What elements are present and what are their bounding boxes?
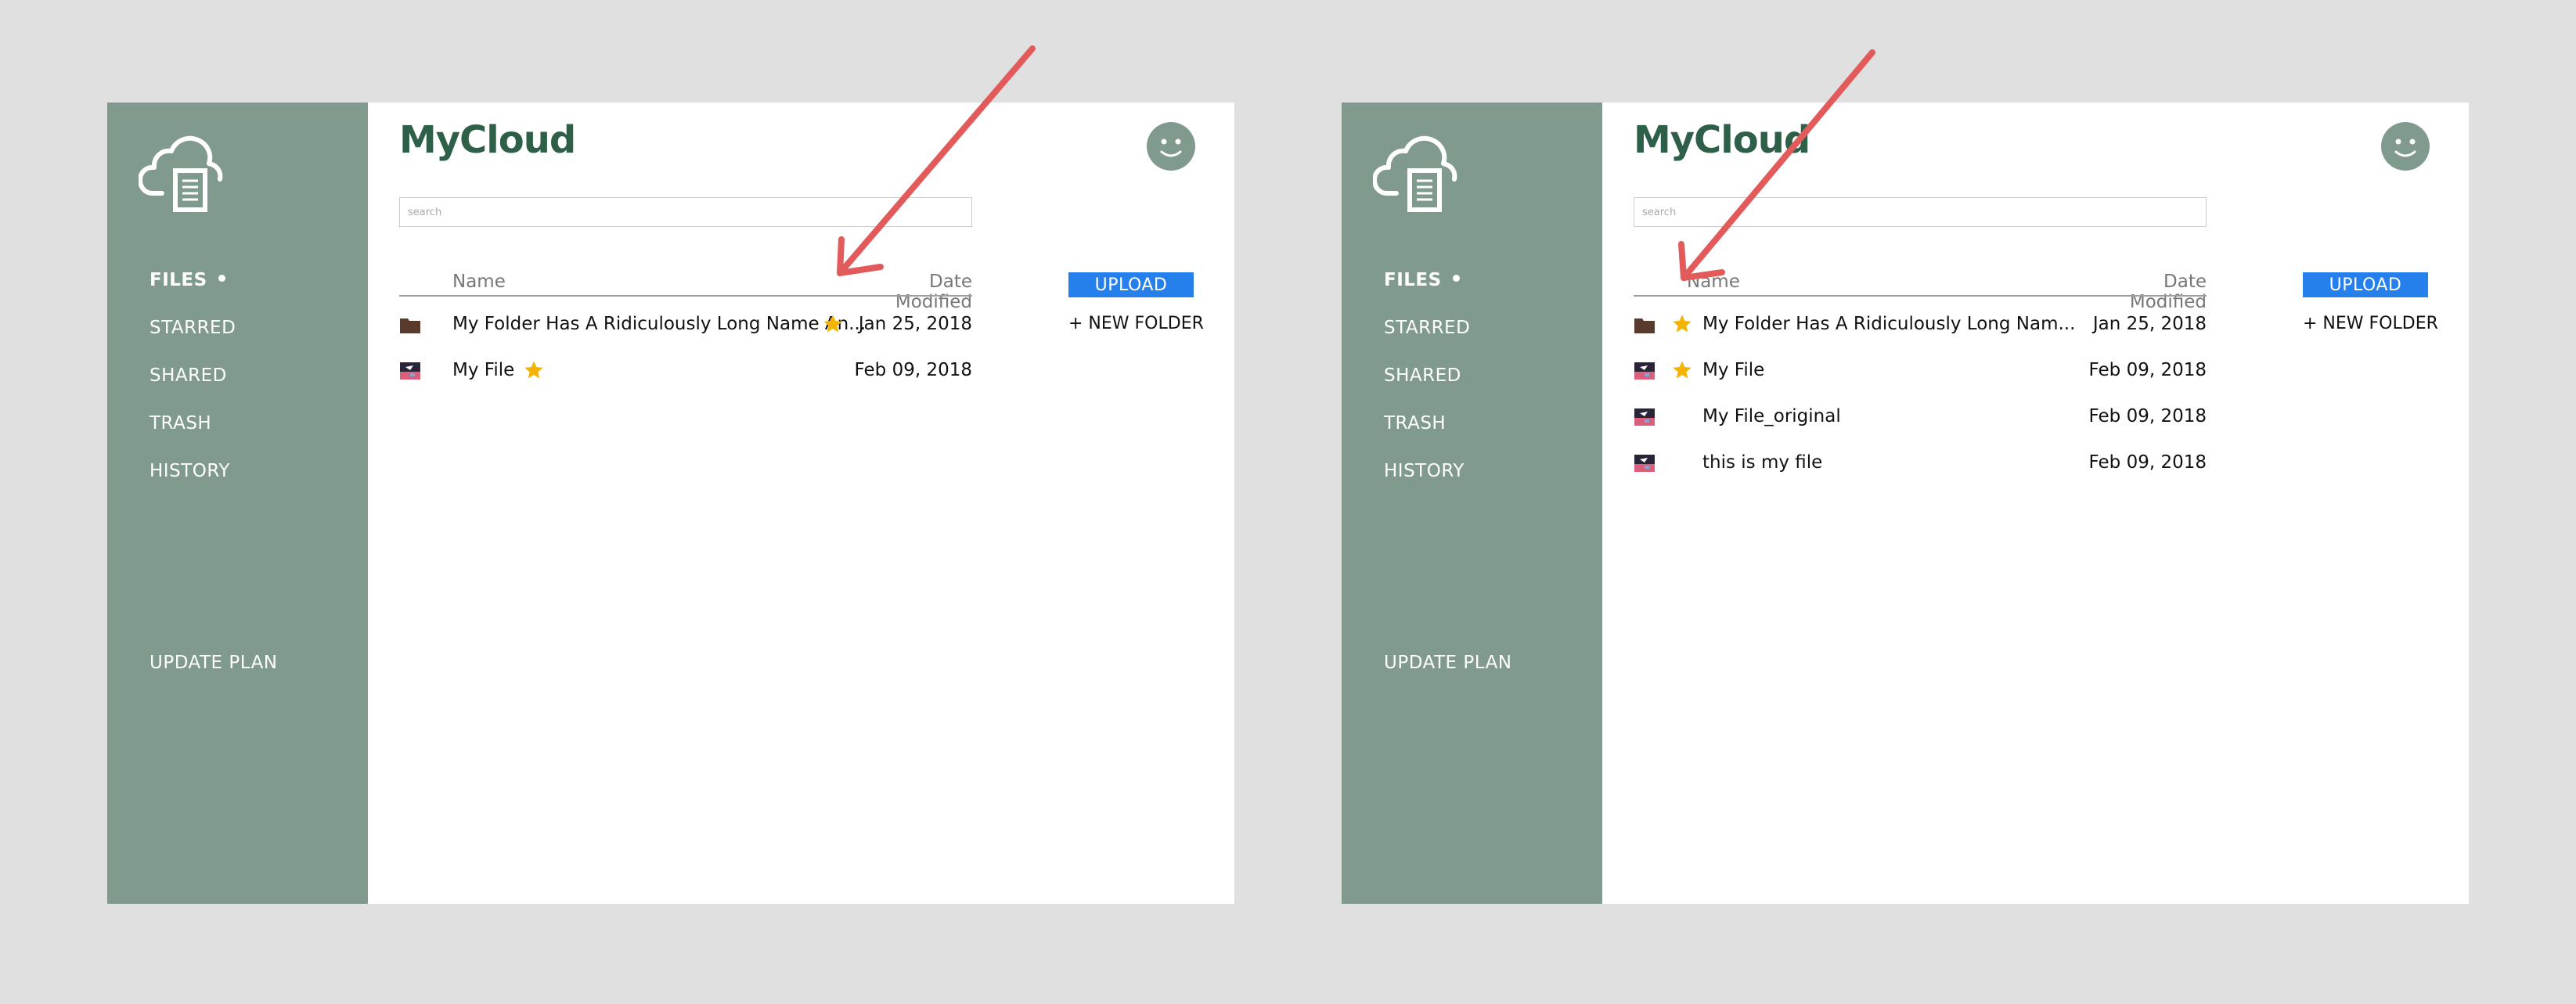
sidebar-item-trash[interactable]: TRASH [1384,413,1446,434]
sidebar: FILES STARRED SHARED TRASH HISTORY UPDAT… [1342,103,1602,904]
sidebar-item-history[interactable]: HISTORY [1384,461,1465,481]
image-file-icon [400,362,420,380]
new-folder-button[interactable]: + NEW FOLDER [1068,314,1204,333]
sidebar-item-shared[interactable]: SHARED [150,365,227,386]
file-date-modified: Jan 25, 2018 [858,314,972,334]
new-folder-button[interactable]: + NEW FOLDER [2303,314,2438,333]
sidebar-item-history[interactable]: HISTORY [150,461,230,481]
main-content: MyCloud Name Date Modified My Folder Has… [1602,103,2469,904]
star-icon[interactable] [1671,313,1693,335]
file-name: My File [1702,360,1765,380]
file-row[interactable]: My Folder Has A Ridiculously Long Nam...… [1634,303,2207,347]
sidebar-item-files-label: FILES [1384,270,1442,290]
file-date-modified: Feb 09, 2018 [854,360,972,380]
folder-icon [400,318,420,333]
file-date-modified: Feb 09, 2018 [2088,406,2207,426]
sidebar-item-shared[interactable]: SHARED [1384,365,1461,386]
main-content: MyCloud Name Date Modified My Folder Has… [368,103,1234,904]
update-plan-link[interactable]: UPDATE PLAN [150,653,278,673]
sidebar-item-starred[interactable]: STARRED [150,318,236,338]
update-plan-link[interactable]: UPDATE PLAN [1384,653,1512,673]
file-row[interactable]: My File_original Feb 09, 2018 [1634,395,2207,439]
sidebar-item-files[interactable]: FILES [150,270,225,290]
file-name: My Folder Has A Ridiculously Long Nam... [1702,314,2076,334]
column-header-name[interactable]: Name [1687,272,1740,292]
sidebar: FILES STARRED SHARED TRASH HISTORY UPDAT… [107,103,368,904]
star-icon[interactable] [1671,359,1693,381]
app-title: MyCloud [399,118,576,162]
image-file-icon [1634,455,1655,472]
user-avatar-smiley-icon[interactable] [1147,122,1195,171]
mycloud-window-after: FILES STARRED SHARED TRASH HISTORY UPDAT… [1342,103,2469,904]
mycloud-window-before: FILES STARRED SHARED TRASH HISTORY UPDAT… [107,103,1234,904]
file-name: My Folder Has A Ridiculously Long Name A… [452,314,866,334]
file-date-modified: Jan 25, 2018 [2092,314,2207,334]
cloud-document-logo-icon [1373,135,1457,212]
header-divider [1634,295,2207,297]
header-divider [399,295,972,297]
star-icon[interactable] [822,313,844,335]
file-row[interactable]: My Folder Has A Ridiculously Long Name A… [399,303,972,347]
file-name: My File_original [1702,406,1841,426]
file-date-modified: Feb 09, 2018 [2088,360,2207,380]
sidebar-item-starred[interactable]: STARRED [1384,318,1470,338]
file-name: this is my file [1702,452,1823,473]
file-row[interactable]: My File Feb 09, 2018 [1634,349,2207,393]
sidebar-item-trash[interactable]: TRASH [150,413,211,434]
file-date-modified: Feb 09, 2018 [2088,452,2207,473]
folder-icon [1634,318,1655,333]
sidebar-item-files-label: FILES [150,270,207,290]
column-header-name[interactable]: Name [452,272,506,292]
upload-button[interactable]: UPLOAD [2303,272,2428,297]
active-indicator-dot [1452,275,1460,282]
star-icon[interactable] [523,359,545,381]
image-file-icon [1634,362,1655,380]
user-avatar-smiley-icon[interactable] [2381,122,2430,171]
image-file-icon [1634,408,1655,426]
sidebar-item-files[interactable]: FILES [1384,270,1460,290]
app-title: MyCloud [1634,118,1810,162]
file-row[interactable]: My File Feb 09, 2018 [399,349,972,393]
search-input[interactable] [399,197,972,227]
search-input[interactable] [1634,197,2207,227]
active-indicator-dot [218,275,225,282]
file-row[interactable]: this is my file Feb 09, 2018 [1634,441,2207,485]
file-name: My File [452,360,515,380]
upload-button[interactable]: UPLOAD [1068,272,1194,297]
cloud-document-logo-icon [139,135,223,212]
